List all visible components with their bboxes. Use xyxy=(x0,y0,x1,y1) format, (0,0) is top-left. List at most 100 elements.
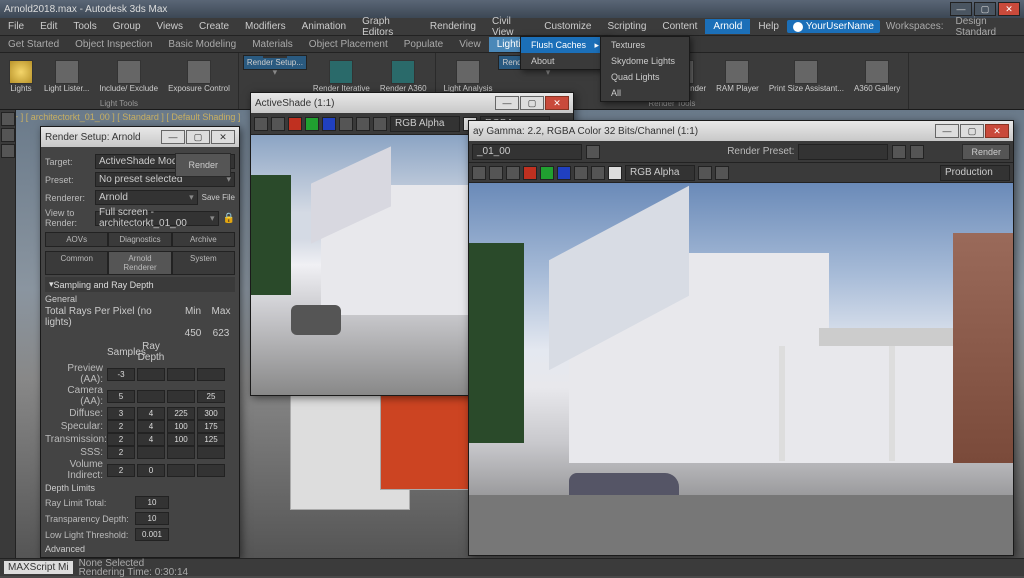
ribbon-lightlister[interactable]: Light Lister... xyxy=(40,55,93,98)
menu-customize[interactable]: Customize xyxy=(536,19,599,34)
alpha-icon[interactable] xyxy=(574,166,588,180)
depth-input[interactable]: 4 xyxy=(137,420,165,433)
menu-views[interactable]: Views xyxy=(149,19,192,34)
menu-file[interactable]: File xyxy=(0,19,32,34)
menu-edit[interactable]: Edit xyxy=(32,19,65,34)
window-minimize[interactable]: — xyxy=(950,2,972,16)
tab-diag[interactable]: Diagnostics xyxy=(108,232,171,247)
menu-modifiers[interactable]: Modifiers xyxy=(237,19,294,34)
fb-render-button[interactable]: Render xyxy=(962,144,1010,160)
alpha-icon[interactable] xyxy=(339,117,353,131)
fb-preset-select[interactable] xyxy=(798,144,888,160)
green-channel-icon[interactable] xyxy=(540,166,554,180)
raylimit-input[interactable]: 10 xyxy=(135,496,169,509)
overlay-icon[interactable] xyxy=(698,166,712,180)
save-icon[interactable] xyxy=(254,117,268,131)
red-channel-icon[interactable] xyxy=(523,166,537,180)
fb-channel-select[interactable]: RGB Alpha xyxy=(625,165,695,181)
render-setup-titlebar[interactable]: Render Setup: Arnold — ▢ ✕ xyxy=(41,127,239,147)
depth-input[interactable] xyxy=(137,390,165,403)
lowlight-input[interactable]: 0.001 xyxy=(135,528,169,541)
sample-input[interactable]: 3 xyxy=(107,407,135,420)
menu-scripting[interactable]: Scripting xyxy=(599,19,654,34)
copy-icon[interactable] xyxy=(271,117,285,131)
render-button[interactable]: Render xyxy=(175,153,231,177)
panel-minimize[interactable]: — xyxy=(161,130,185,144)
ribbon-a360gallery[interactable]: A360 Gallery xyxy=(850,55,904,98)
mono-icon[interactable] xyxy=(591,166,605,180)
clear-icon[interactable] xyxy=(373,117,387,131)
tab-common[interactable]: Common xyxy=(45,251,108,275)
blue-channel-icon[interactable] xyxy=(322,117,336,131)
window-maximize[interactable]: ▢ xyxy=(974,2,996,16)
menu-create[interactable]: Create xyxy=(191,19,237,34)
lock-icon[interactable]: 🔒 xyxy=(223,213,235,224)
panel-close[interactable]: ✕ xyxy=(211,130,235,144)
framebuffer-render[interactable] xyxy=(469,183,1013,555)
tool-icon[interactable] xyxy=(1,144,15,158)
menu-group[interactable]: Group xyxy=(105,19,149,34)
ribbon-include[interactable]: Include/ Exclude xyxy=(95,55,162,98)
menu-help[interactable]: Help xyxy=(750,19,787,34)
depth-input[interactable]: 4 xyxy=(137,433,165,446)
copy-icon[interactable] xyxy=(489,166,503,180)
menu-animation[interactable]: Animation xyxy=(294,19,354,34)
renderer-select[interactable]: Arnold xyxy=(95,190,198,205)
sample-input[interactable]: 5 xyxy=(107,390,135,403)
tab-objinspect[interactable]: Object Inspection xyxy=(67,37,160,52)
sample-input[interactable]: 2 xyxy=(107,420,135,433)
lock-icon[interactable] xyxy=(586,145,600,159)
sample-input[interactable]: 2 xyxy=(107,433,135,446)
transdepth-input[interactable]: 10 xyxy=(135,512,169,525)
blue-channel-icon[interactable] xyxy=(557,166,571,180)
submenu-all[interactable]: All xyxy=(601,85,689,101)
panel-max[interactable]: ▢ xyxy=(520,96,544,110)
framebuffer-titlebar[interactable]: ay Gamma: 2.2, RGBA Color 32 Bits/Channe… xyxy=(469,121,1013,141)
swatch-icon[interactable] xyxy=(608,166,622,180)
ribbon-rendersetup[interactable]: Render Setup... xyxy=(243,55,307,70)
panel-min[interactable]: — xyxy=(495,96,519,110)
region-icon[interactable] xyxy=(715,166,729,180)
view-select[interactable]: Full screen - architectorkt_01_00 xyxy=(95,211,219,226)
tab-objplace[interactable]: Object Placement xyxy=(301,37,396,52)
clone-icon[interactable] xyxy=(506,166,520,180)
tab-aovs[interactable]: AOVs xyxy=(45,232,108,247)
panel-close[interactable]: ✕ xyxy=(985,124,1009,138)
submenu-quadlights[interactable]: Quad Lights xyxy=(601,69,689,85)
tool-icon[interactable] xyxy=(1,128,15,142)
panel-close[interactable]: ✕ xyxy=(545,96,569,110)
panel-min[interactable]: — xyxy=(935,124,959,138)
tab-basicmodel[interactable]: Basic Modeling xyxy=(160,37,244,52)
menu-tools[interactable]: Tools xyxy=(65,19,104,34)
fb-view-select[interactable]: _01_00 xyxy=(472,144,582,160)
green-channel-icon[interactable] xyxy=(305,117,319,131)
sample-input[interactable]: 2 xyxy=(107,446,135,459)
maxscript-listener[interactable]: MAXScript Mi xyxy=(4,561,73,574)
tab-arnold[interactable]: Arnold Renderer xyxy=(108,251,171,275)
ribbon-lights[interactable]: Lights xyxy=(4,55,38,98)
menu-arnold[interactable]: Arnold xyxy=(705,19,750,34)
ribbon-printsize[interactable]: Print Size Assistant... xyxy=(765,55,848,98)
depth-input[interactable] xyxy=(137,368,165,381)
gear-icon[interactable] xyxy=(892,145,906,159)
tab-populate[interactable]: Populate xyxy=(396,37,451,52)
panel-max[interactable]: ▢ xyxy=(960,124,984,138)
sample-input[interactable]: -3 xyxy=(107,368,135,381)
menu-flushcaches[interactable]: Flush Caches xyxy=(521,37,609,53)
tab-view[interactable]: View xyxy=(451,37,489,52)
depth-input[interactable]: 4 xyxy=(137,407,165,420)
sample-input[interactable]: 2 xyxy=(107,464,135,477)
depth-input[interactable]: 0 xyxy=(137,464,165,477)
red-channel-icon[interactable] xyxy=(288,117,302,131)
menu-about[interactable]: About xyxy=(521,53,609,69)
viewport-label[interactable]: [ + ] [ architectorkt_01_00 ] [ Standard… xyxy=(8,112,240,122)
tab-materials[interactable]: Materials xyxy=(244,37,301,52)
submenu-skydome[interactable]: Skydome Lights xyxy=(601,53,689,69)
section-sampling[interactable]: Sampling and Ray Depth xyxy=(45,277,235,292)
fb-mode-select[interactable]: Production xyxy=(940,165,1010,181)
menu-content[interactable]: Content xyxy=(654,19,705,34)
channel-select-1[interactable]: RGB Alpha xyxy=(390,116,460,132)
tool-icon[interactable] xyxy=(1,112,15,126)
workspace-value[interactable]: Design Standard xyxy=(950,16,1024,38)
window-close[interactable]: ✕ xyxy=(998,2,1020,16)
